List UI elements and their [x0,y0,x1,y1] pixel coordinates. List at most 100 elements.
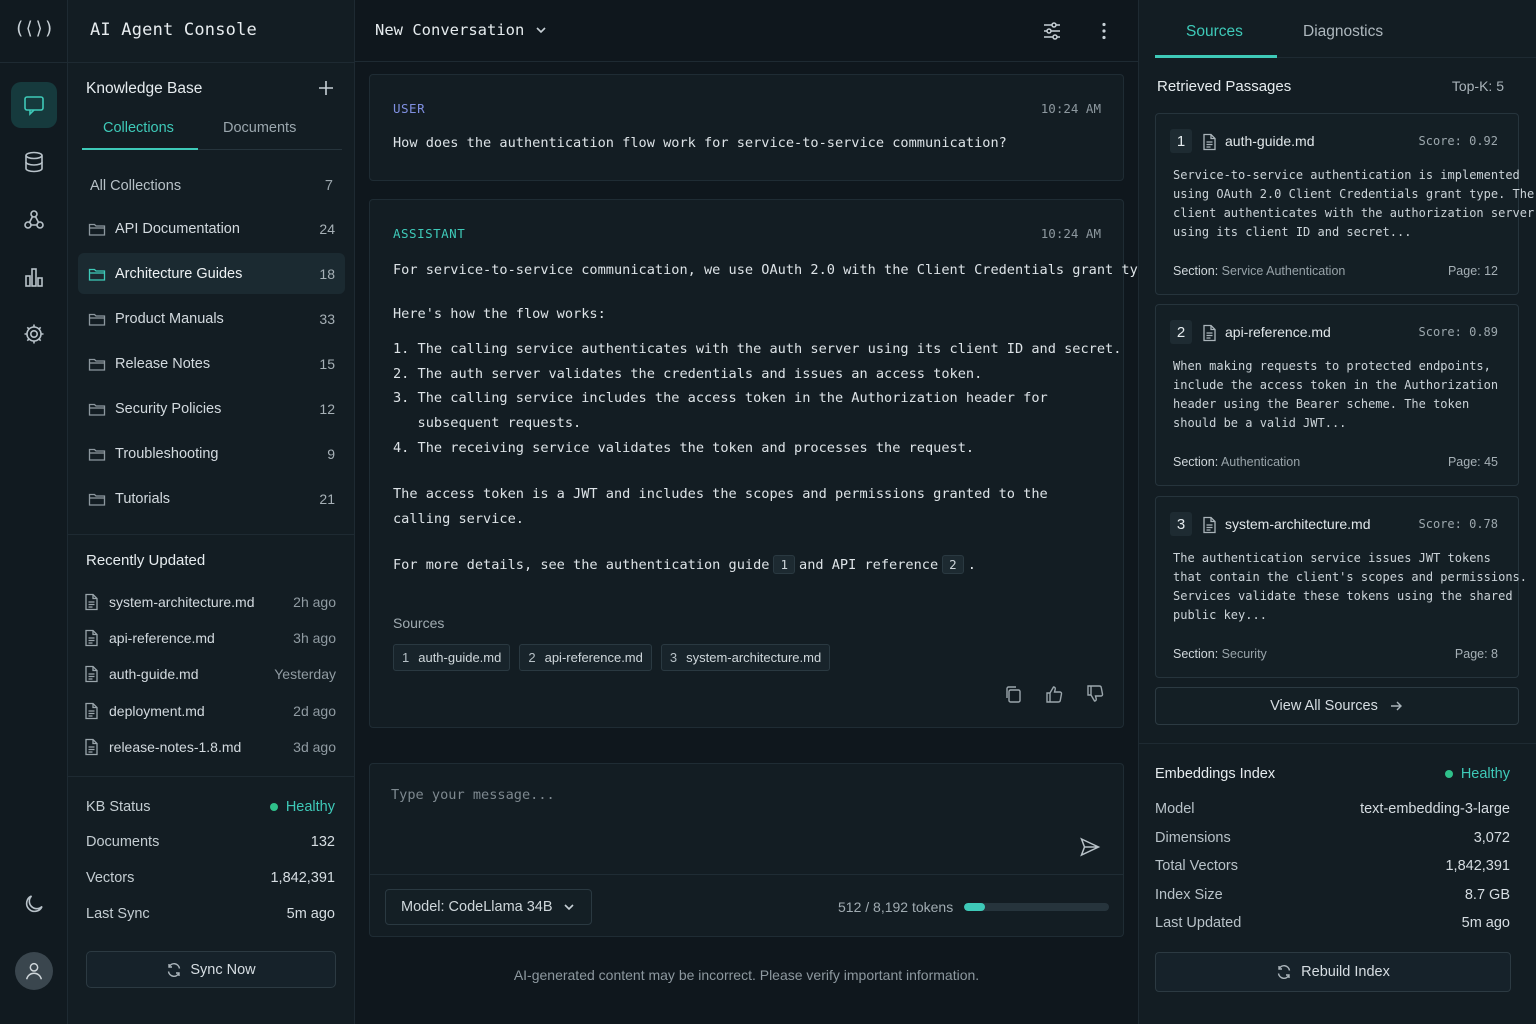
collection-count: 9 [327,445,335,462]
conversation-title: New Conversation [375,21,525,39]
add-collection-button[interactable] [316,78,336,98]
rail-analytics-button[interactable] [11,254,57,300]
thumbs-down-button[interactable] [1085,684,1105,704]
bar-chart-icon [25,268,43,287]
view-all-sources-button[interactable]: View All Sources [1155,687,1519,725]
knowledge-base-sidebar: AI Agent Console Knowledge Base Collecti… [68,0,355,1024]
collection-count: 12 [319,400,335,417]
rail-settings-button[interactable] [11,311,57,357]
collection-count: 24 [319,220,335,237]
section-divider [1139,743,1536,744]
passage-text: Service-to-service authentication is imp… [1173,168,1535,239]
thumbs-up-button[interactable] [1044,684,1064,704]
more-options-button[interactable] [1093,20,1115,42]
recent-file-name: api-reference.md [109,630,215,647]
collection-item[interactable]: Architecture Guides 18 [78,253,345,294]
rebuild-index-button[interactable]: Rebuild Index [1155,952,1511,992]
rail-chat-button[interactable] [11,82,57,128]
embeddings-title: Embeddings Index [1155,766,1276,782]
kb-stat-label: Documents [86,834,160,850]
collection-label: API Documentation [115,220,240,237]
source-chip[interactable]: 1 auth-guide.md [393,644,511,671]
rail-graph-button[interactable] [11,197,57,243]
document-icon [85,593,98,611]
recent-file-time: 3d ago [293,738,336,755]
user-icon [25,962,43,980]
recent-file-item[interactable]: deployment.md 2d ago [84,693,336,729]
collection-count: 33 [319,310,335,327]
collection-item[interactable]: API Documentation 24 [78,208,345,249]
collection-item[interactable]: Troubleshooting 9 [78,433,345,474]
user-avatar[interactable] [15,952,53,990]
settings-sliders-button[interactable] [1041,20,1063,42]
passage-card[interactable]: 3 system-architecture.md Score: 0.78 The au… [1155,496,1527,678]
embeddings-status-badge: Healthy [1444,766,1510,782]
plus-icon [319,81,333,95]
collection-label: Release Notes [115,355,211,372]
folder-icon [88,403,106,416]
collection-item[interactable]: Tutorials 21 [78,478,345,519]
details-suffix: . [967,557,976,573]
collection-count: 15 [319,355,335,372]
conversation-title-dropdown[interactable]: New Conversation [375,21,548,39]
header-divider [68,62,355,63]
passage-card[interactable]: 2 api-reference.md Score: 0.89 When making … [1155,304,1519,486]
all-collections-item[interactable]: All Collections 7 [78,164,345,208]
passage-section: Section: Security [1173,647,1267,661]
passage-file-name: system-architecture.md [1225,516,1371,532]
kb-stat-label: Last Sync [86,906,150,922]
refresh-icon [168,962,181,977]
folder-icon-wrap [88,266,106,282]
source-chip[interactable]: 2 api-reference.md [519,644,652,671]
passage-score: Score: 0.78 [1418,517,1498,531]
assistant-step: 3. The calling service includes the acce… [393,390,1048,406]
passage-section-label: Section: [1173,455,1219,469]
recent-file-item[interactable]: system-architecture.md 2h ago [84,584,336,620]
collection-item[interactable]: Release Notes 15 [78,343,345,384]
assistant-message-time: 10:24 AM [1040,226,1101,241]
all-collections-label: All Collections [90,178,182,194]
passage-card[interactable]: 1 auth-guide.md Score: 0.92 Service-to-serv… [1155,113,1535,295]
collection-item[interactable]: Security Policies 12 [78,388,345,429]
passage-page: Page: 45 [1447,455,1498,469]
sync-now-button[interactable]: Sync Now [86,951,336,988]
recent-file-time: 2d ago [293,702,336,719]
embeddings-row-value: 8.7 GB [1464,886,1510,903]
recent-file-item[interactable]: api-reference.md 3h ago [84,620,336,656]
collection-label: Tutorials [115,490,171,507]
assistant-step: subsequent requests. [393,415,582,431]
tab-documents[interactable]: Documents [223,120,296,136]
recent-file-item[interactable]: release-notes-1.8.md 3d ago [84,729,336,765]
source-chip-number: 1 [402,650,410,665]
rail-database-button[interactable] [11,139,57,185]
citation-1[interactable]: 1 [773,555,796,574]
theme-toggle-button[interactable] [11,881,57,927]
send-button[interactable] [1079,836,1101,858]
tab-diagnostics[interactable]: Diagnostics [1303,23,1383,41]
document-icon [1203,324,1216,342]
passage-score: Score: 0.89 [1418,325,1498,339]
recent-file-item[interactable]: auth-guide.md Yesterday [84,656,336,692]
sync-now-label: Sync Now [190,961,256,978]
document-icon [85,666,98,683]
user-role-label: USER [393,101,426,116]
embeddings-row-label: Total Vectors [1155,858,1239,875]
folder-icon [88,313,106,326]
collection-count: 21 [319,490,335,507]
folder-icon [88,268,106,281]
tab-sources[interactable]: Sources [1186,23,1243,41]
document-icon [1203,133,1216,151]
folder-icon-wrap [88,446,106,462]
chevron-down-icon [536,27,546,34]
source-chip[interactable]: 3 system-architecture.md [660,644,831,671]
embeddings-row: Model text-embedding-3-large [1155,795,1510,824]
folder-icon [88,448,106,461]
citation-2[interactable]: 2 [942,555,964,574]
tab-collections[interactable]: Collections [103,120,174,136]
collection-item[interactable]: Product Manuals 33 [78,298,345,339]
collection-label: Troubleshooting [115,445,219,462]
model-select[interactable]: Model: CodeLlama 34B [385,889,592,925]
copy-button[interactable] [1003,684,1023,704]
message-input[interactable] [391,787,1071,803]
file-icon-wrap [84,593,100,611]
